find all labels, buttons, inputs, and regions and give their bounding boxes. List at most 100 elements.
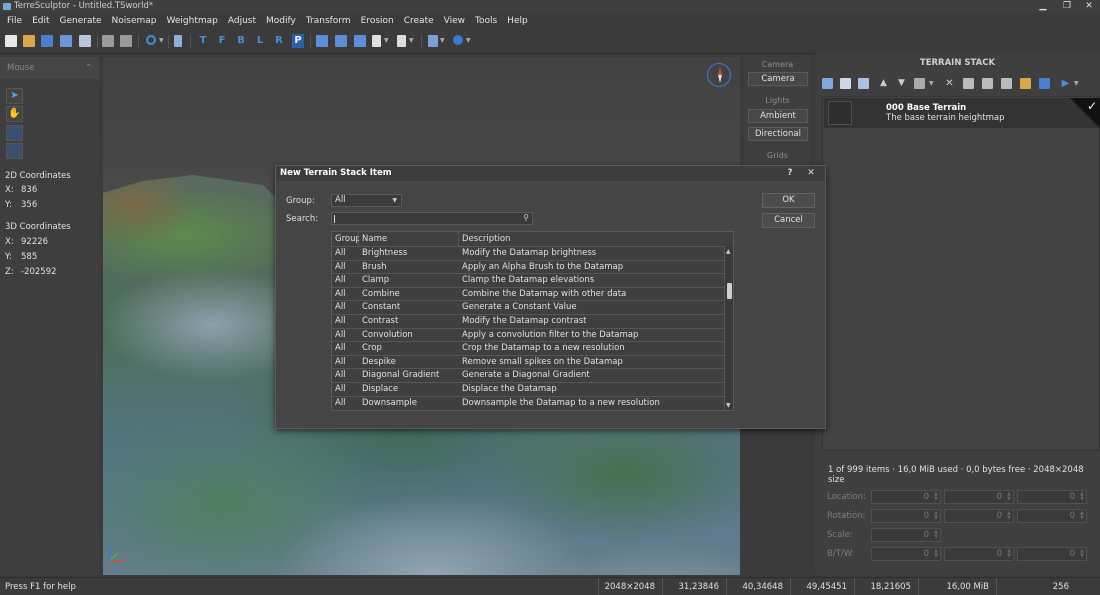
table-row[interactable]: All Convolution Apply a convolution filt… [332,327,724,342]
menu-edit[interactable]: Edit [27,13,54,30]
table-row[interactable]: All Clamp Clamp the Datamap elevations [332,273,724,287]
stack-paste-icon[interactable] [1001,78,1012,89]
copy-icon[interactable] [102,35,114,47]
collapse-icon[interactable]: ⌃ [85,63,92,73]
move-down-icon[interactable]: ▼ [896,78,907,89]
stack-save-icon[interactable] [1039,78,1050,89]
lighting-icon[interactable] [372,35,381,47]
table-row[interactable]: All Downsample Downsample the Datamap to… [332,395,724,410]
view-left-icon[interactable]: L [254,34,266,48]
rotation-y-field[interactable]: 0 ▲ ▼ [944,509,1014,523]
stack-edit-icon[interactable] [914,78,925,89]
stack-remove-icon[interactable] [858,78,869,89]
stack-add-icon[interactable] [822,78,833,89]
tool-slot-2-icon[interactable] [6,143,23,159]
wireframe-icon[interactable] [335,35,347,47]
menu-file[interactable]: File [2,13,27,30]
close-window-button[interactable]: ✕ [1078,0,1100,13]
globe-icon[interactable] [453,35,463,45]
tool-slot-icon[interactable] [6,125,23,141]
table-row[interactable]: All Crop Crop the Datamap to a new resol… [332,341,724,355]
new-file-icon[interactable] [5,35,17,47]
move-up-icon[interactable]: ▲ [878,78,889,89]
menu-tools[interactable]: Tools [470,13,502,30]
rotation-z-field[interactable]: 0 ▲ ▼ [1017,509,1087,523]
directional-button[interactable]: Directional [748,127,808,141]
import-icon[interactable] [79,35,91,47]
view-back-icon[interactable]: B [235,34,247,48]
open-folder-icon[interactable] [23,35,35,47]
column-header-group[interactable]: Group [332,232,361,246]
stack-duplicate-icon[interactable] [982,78,993,89]
cancel-button[interactable]: Cancel [762,213,815,228]
camera-button[interactable]: Camera [748,72,808,86]
play-dropdown-icon[interactable]: ▼ [1074,78,1085,89]
minimize-button[interactable]: ▁ [1032,0,1054,13]
menu-adjust[interactable]: Adjust [223,13,261,30]
btw-b-field[interactable]: 0 ▲ ▼ [871,547,941,561]
display-mode-icon[interactable] [397,35,406,47]
table-scrollbar[interactable]: ▲ ▼ [724,246,733,410]
stack-insert-icon[interactable] [840,78,851,89]
menu-generate[interactable]: Generate [55,13,107,30]
menu-view[interactable]: View [439,13,470,30]
btw-t-field[interactable]: 0 ▲ ▼ [944,547,1014,561]
undo-icon[interactable] [146,35,156,45]
column-header-name[interactable]: Name [359,232,459,246]
search-icon[interactable]: ⚲ [523,213,529,222]
display-dropdown-icon[interactable]: ▼ [409,37,414,44]
menu-modify[interactable]: Modify [261,13,301,30]
eyedropper-icon[interactable] [174,35,182,47]
restore-button[interactable]: ❐ [1056,0,1078,13]
select-arrow-icon[interactable]: ➤ [6,88,23,104]
export-icon[interactable] [60,35,72,47]
scroll-up-icon[interactable]: ▲ [726,248,731,255]
table-row[interactable]: All Brush Apply an Alpha Brush to the Da… [332,259,724,274]
stack-edit-dropdown-icon[interactable]: ▼ [929,78,940,89]
location-y-field[interactable]: 0 ▲ ▼ [944,490,1014,504]
location-z-field[interactable]: 0 ▲ ▼ [1017,490,1087,504]
table-row[interactable]: All Brightness Modify the Datamap bright… [332,246,724,260]
table-row[interactable]: All Contrast Modify the Datamap contrast [332,314,724,328]
table-row[interactable]: All Constant Generate a Constant Value [332,300,724,314]
table-row[interactable]: All Despike Remove small spikes on the D… [332,354,724,369]
table-row[interactable]: All Displace Displace the Datamap [332,382,724,396]
location-x-field[interactable]: 0 ▲ ▼ [871,490,941,504]
stack-item-base-terrain[interactable]: 000 Base Terrain The base terrain height… [824,98,1100,128]
ambient-button[interactable]: Ambient [748,109,808,123]
hand-pan-icon[interactable]: ✋ [6,106,23,122]
scroll-down-icon[interactable]: ▼ [726,402,731,409]
paste-icon[interactable] [120,35,132,47]
undo-dropdown-icon[interactable]: ▼ [159,37,164,44]
btw-w-field[interactable]: 0 ▲ ▼ [1017,547,1087,561]
rotation-x-field[interactable]: 0 ▲ ▼ [871,509,941,523]
save-icon[interactable] [41,35,53,47]
column-header-description[interactable]: Description [459,232,724,246]
search-input[interactable]: ⚲ [331,212,533,225]
menu-help[interactable]: Help [502,13,533,30]
menu-weightmap[interactable]: Weightmap [162,13,223,30]
view-perspective-icon[interactable]: P [292,34,304,48]
menu-create[interactable]: Create [399,13,439,30]
dialog-close-icon[interactable]: ✕ [804,168,818,179]
ok-button[interactable]: OK [762,193,815,208]
help-icon[interactable]: ? [783,168,797,179]
scale-field[interactable]: 0 ▲ ▼ [871,528,941,542]
delete-icon[interactable]: ✕ [944,78,955,89]
table-row[interactable]: All Combine Combine the Datamap with oth… [332,286,724,301]
stack-copy-icon[interactable] [963,78,974,89]
menu-noisemap[interactable]: Noisemap [107,13,162,30]
mesh-view-icon[interactable] [316,35,328,47]
grid-dropdown-icon[interactable]: ▼ [440,37,445,44]
group-select[interactable]: All ▼ [331,194,402,207]
shaded-icon[interactable] [354,35,366,47]
table-row[interactable]: All Diagonal Gradient Generate a Diagona… [332,368,724,382]
compass-icon[interactable] [707,63,731,87]
grid-icon[interactable] [428,35,438,47]
menu-erosion[interactable]: Erosion [356,13,399,30]
scroll-thumb[interactable] [727,283,732,299]
view-right-icon[interactable]: R [273,34,285,48]
lighting-dropdown-icon[interactable]: ▼ [384,37,389,44]
play-icon[interactable]: ▶ [1060,78,1071,89]
checkmark-icon[interactable]: ✓ [1087,99,1097,113]
